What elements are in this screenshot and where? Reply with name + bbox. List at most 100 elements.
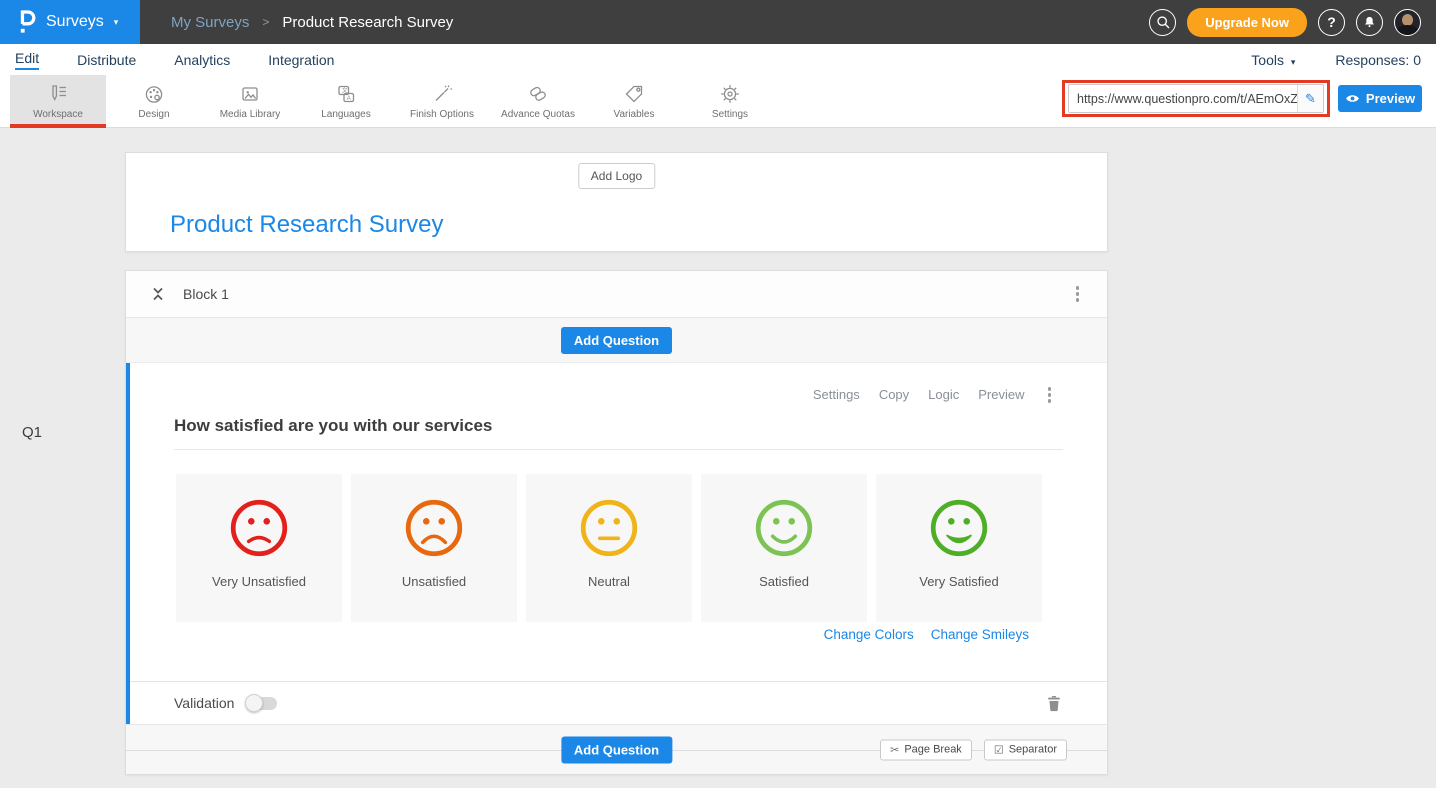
help-button[interactable]: ? <box>1318 9 1345 36</box>
tab-label: Workspace <box>33 109 83 120</box>
checkbox-checked-icon: ☑ <box>994 743 1004 756</box>
validation-toggle[interactable] <box>247 697 277 710</box>
tab-finish-options[interactable]: Finish Options <box>394 75 490 127</box>
question-actions: Settings Copy Logic Preview <box>813 383 1055 407</box>
option-label: Unsatisfied <box>402 574 466 589</box>
add-question-button-bottom[interactable]: Add Question <box>561 736 672 763</box>
tools-dropdown[interactable]: Tools ▾ <box>1251 52 1295 68</box>
svg-text:A: A <box>347 95 351 101</box>
block-menu-kebab-icon[interactable] <box>1072 282 1084 306</box>
smiley-mouth <box>773 536 796 542</box>
block-title[interactable]: Block 1 <box>183 286 229 302</box>
collapse-icon[interactable] <box>150 286 166 302</box>
add-logo-button[interactable]: Add Logo <box>578 163 655 189</box>
nav-right: Tools ▾ Responses: 0 <box>1251 52 1421 68</box>
survey-nav: Edit Distribute Analytics Integration To… <box>0 44 1436 75</box>
separator-label: Separator <box>1009 744 1057 756</box>
breadcrumb: My Surveys > Product Research Survey <box>171 14 453 31</box>
question-mark-icon: ? <box>1327 14 1336 30</box>
tab-label: Languages <box>321 109 371 120</box>
survey-title[interactable]: Product Research Survey <box>170 211 443 239</box>
smiley-very-unsatisfied-icon <box>226 495 292 561</box>
nav-item-analytics[interactable]: Analytics <box>174 52 230 68</box>
search-icon <box>1155 14 1171 30</box>
nav-item-distribute[interactable]: Distribute <box>77 52 136 68</box>
add-question-strip: Add Question <box>126 318 1107 363</box>
preview-label: Preview <box>1366 91 1415 106</box>
smiley-very-satisfied-icon <box>926 495 992 561</box>
smiley-options: Very Unsatisfied Unsatisfied <box>176 474 1042 622</box>
search-button[interactable] <box>1149 9 1176 36</box>
block-container: Block 1 Add Question Settings Copy Logic… <box>125 270 1108 775</box>
pencil-icon: ✎ <box>1305 91 1316 107</box>
tab-design[interactable]: Design <box>106 75 202 127</box>
tab-label: Design <box>138 109 169 120</box>
edit-toolbar: Workspace Design Media Library 文 A Langu… <box>0 75 1436 128</box>
block-footer-tools: ✂ Page Break ☑ Separator <box>880 739 1067 760</box>
smiley-satisfied-icon <box>751 495 817 561</box>
tab-label: Advance Quotas <box>501 109 575 120</box>
validation-label: Validation <box>174 695 234 711</box>
link-icon <box>527 83 549 105</box>
option-label: Satisfied <box>759 574 809 589</box>
page-break-label: Page Break <box>904 744 961 756</box>
tab-variables[interactable]: Variables <box>586 75 682 127</box>
translate-icon: 文 A <box>335 83 357 105</box>
question-card: Settings Copy Logic Preview How satisfie… <box>126 363 1107 724</box>
smiley-mouth <box>423 536 446 542</box>
question-copy-link[interactable]: Copy <box>879 387 909 402</box>
tab-languages[interactable]: 文 A Languages <box>298 75 394 127</box>
breadcrumb-parent[interactable]: My Surveys <box>171 14 249 31</box>
question-logic-link[interactable]: Logic <box>928 387 959 402</box>
question-menu-kebab-icon[interactable] <box>1044 383 1056 407</box>
nav-item-integration[interactable]: Integration <box>268 52 334 68</box>
add-question-button[interactable]: Add Question <box>561 327 672 354</box>
tab-settings[interactable]: Settings <box>682 75 778 127</box>
smiley-mouth <box>947 535 972 542</box>
separator-button[interactable]: ☑ Separator <box>984 739 1067 760</box>
question-preview-link[interactable]: Preview <box>978 387 1024 402</box>
avatar[interactable] <box>1394 9 1421 36</box>
survey-link-field[interactable]: https://www.questionpro.com/t/AEmOxZ ✎ <box>1068 84 1324 113</box>
questionpro-logo <box>17 9 37 35</box>
gear-icon <box>719 83 741 105</box>
chevron-down-icon: ▾ <box>1291 57 1296 67</box>
tab-advance-quotas[interactable]: Advance Quotas <box>490 75 586 127</box>
page-break-button[interactable]: ✂ Page Break <box>880 739 972 760</box>
tab-media-library[interactable]: Media Library <box>202 75 298 127</box>
block-header: Block 1 <box>126 271 1107 318</box>
trash-icon[interactable] <box>1045 693 1063 713</box>
upgrade-now-button[interactable]: Upgrade Now <box>1187 8 1307 37</box>
tab-label: Settings <box>712 109 748 120</box>
smiley-neutral-icon <box>576 495 642 561</box>
change-smileys-link[interactable]: Change Smileys <box>931 627 1029 642</box>
smiley-option-satisfied[interactable]: Satisfied <box>701 474 867 622</box>
smiley-customize-links: Change Colors Change Smileys <box>824 627 1029 642</box>
question-text[interactable]: How satisfied are you with our services <box>174 416 492 436</box>
edit-link-button[interactable]: ✎ <box>1297 85 1323 112</box>
smiley-option-unsatisfied[interactable]: Unsatisfied <box>351 474 517 622</box>
workspace-icon <box>47 83 69 105</box>
nav-item-edit[interactable]: Edit <box>15 50 39 70</box>
tab-label: Variables <box>614 109 655 120</box>
surveys-dropdown[interactable]: Surveys ▾ <box>0 0 140 44</box>
tab-workspace[interactable]: Workspace <box>10 75 106 127</box>
smiley-option-neutral[interactable]: Neutral <box>526 474 692 622</box>
option-label: Neutral <box>588 574 630 589</box>
preview-button[interactable]: Preview <box>1338 85 1422 112</box>
smiley-option-very-satisfied[interactable]: Very Satisfied <box>876 474 1042 622</box>
tools-label: Tools <box>1251 52 1284 68</box>
notifications-button[interactable] <box>1356 9 1383 36</box>
tag-icon <box>623 83 645 105</box>
avatar-face <box>1402 14 1413 26</box>
change-colors-link[interactable]: Change Colors <box>824 627 914 642</box>
survey-header-card: Add Logo Product Research Survey <box>125 152 1108 252</box>
survey-link-url[interactable]: https://www.questionpro.com/t/AEmOxZ <box>1069 92 1297 106</box>
validation-row: Validation <box>130 681 1107 724</box>
image-icon <box>239 83 261 105</box>
tab-label: Finish Options <box>410 109 474 120</box>
product-name: Surveys <box>46 13 104 31</box>
question-settings-link[interactable]: Settings <box>813 387 860 402</box>
smiley-option-very-unsatisfied[interactable]: Very Unsatisfied <box>176 474 342 622</box>
magic-wand-icon <box>431 83 453 105</box>
